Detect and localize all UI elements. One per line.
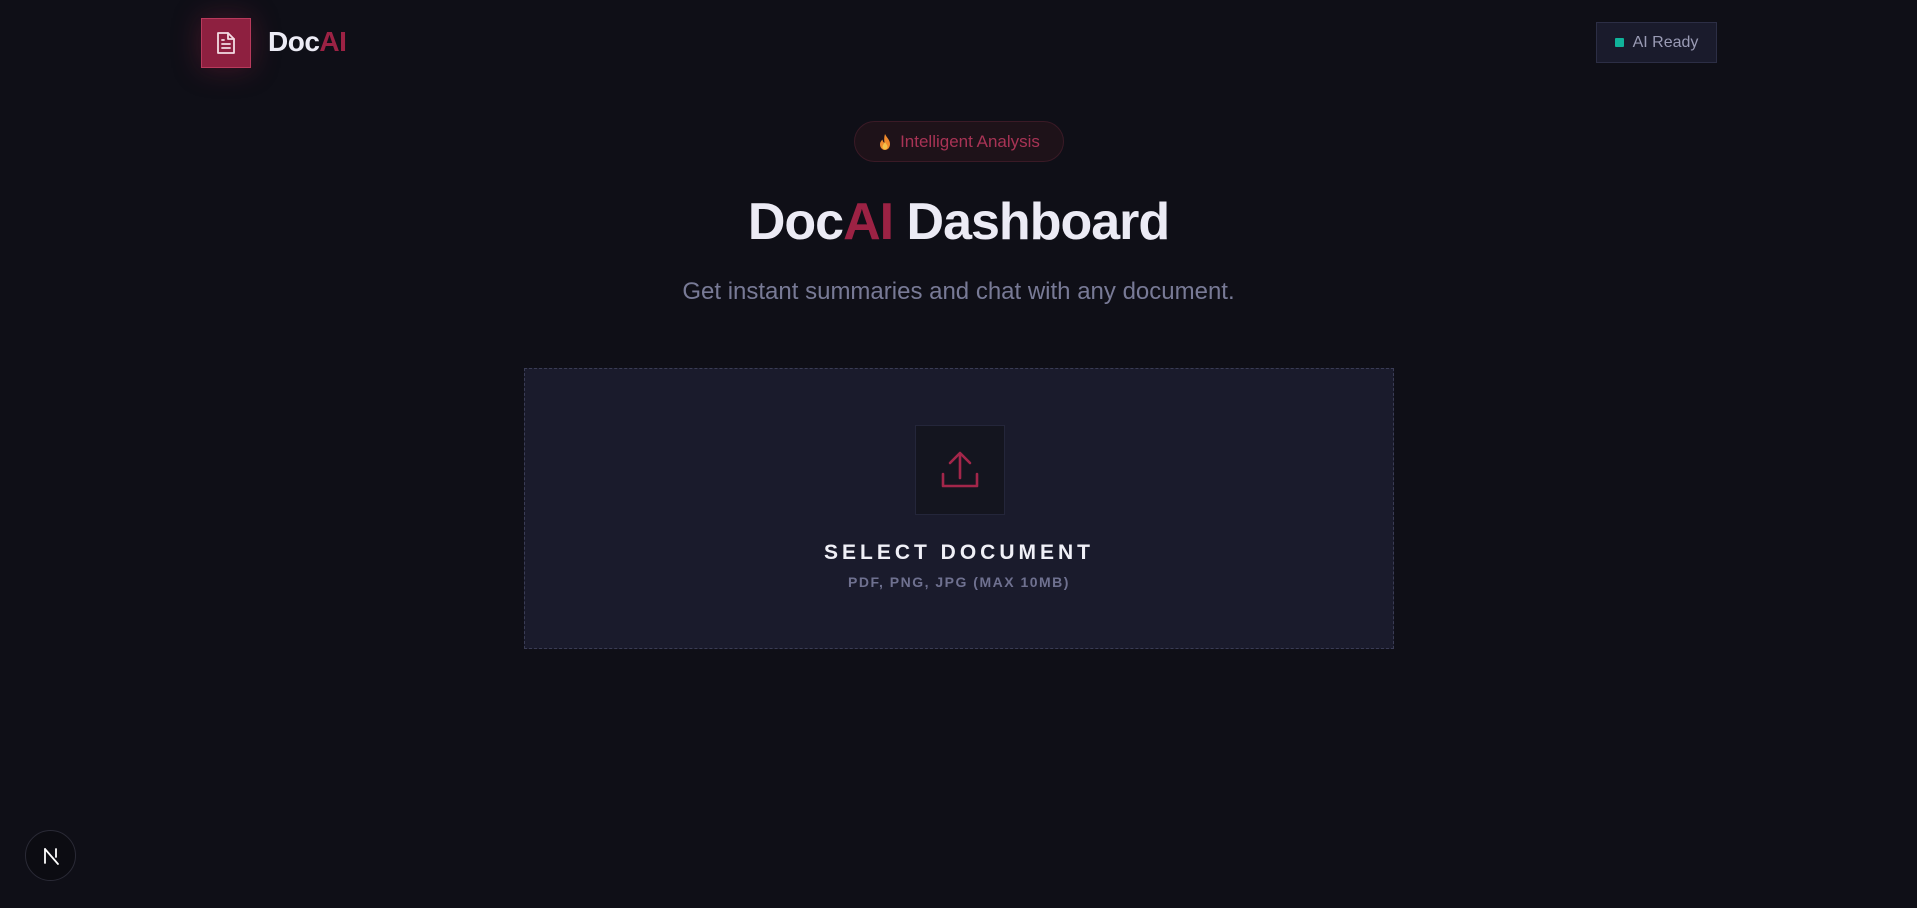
nextjs-icon [43,847,59,865]
page-title-dashboard: Dashboard [893,193,1171,251]
supported-formats-label: PDF, PNG, JPG (MAX 10MB) [848,574,1070,590]
logo-badge[interactable] [201,18,251,68]
select-document-label[interactable]: SELECT DOCUMENT [525,539,1393,567]
upload-icon [941,451,979,488]
nextjs-dev-indicator-button[interactable] [25,830,76,881]
feature-badge: Intelligent Analysis [854,121,1064,162]
page-subtitle: Get instant summaries and chat with any … [682,278,1235,305]
status-dot-icon [1614,38,1624,47]
upload-dropzone[interactable]: SELECT DOCUMENT PDF, PNG, JPG (MAX 10MB) [524,368,1394,649]
upload-icon-box[interactable] [915,425,1005,515]
page-title-doc: Doc [747,193,844,251]
flame-icon [880,133,891,150]
page-title: DocAI Dashboard [0,190,1917,254]
document-icon [217,32,235,54]
feature-badge-label: Intelligent Analysis [900,131,1040,151]
logo-wordmark-doc: Doc [268,26,320,57]
ai-status-badge: AI Ready [1596,22,1717,63]
logo-wordmark-ai: AI [319,26,347,57]
header: DocAI AI Ready [0,0,1917,86]
status-label: AI Ready [1632,33,1699,51]
logo-wordmark[interactable]: DocAI [268,24,347,60]
page-title-ai: AI [843,193,894,251]
